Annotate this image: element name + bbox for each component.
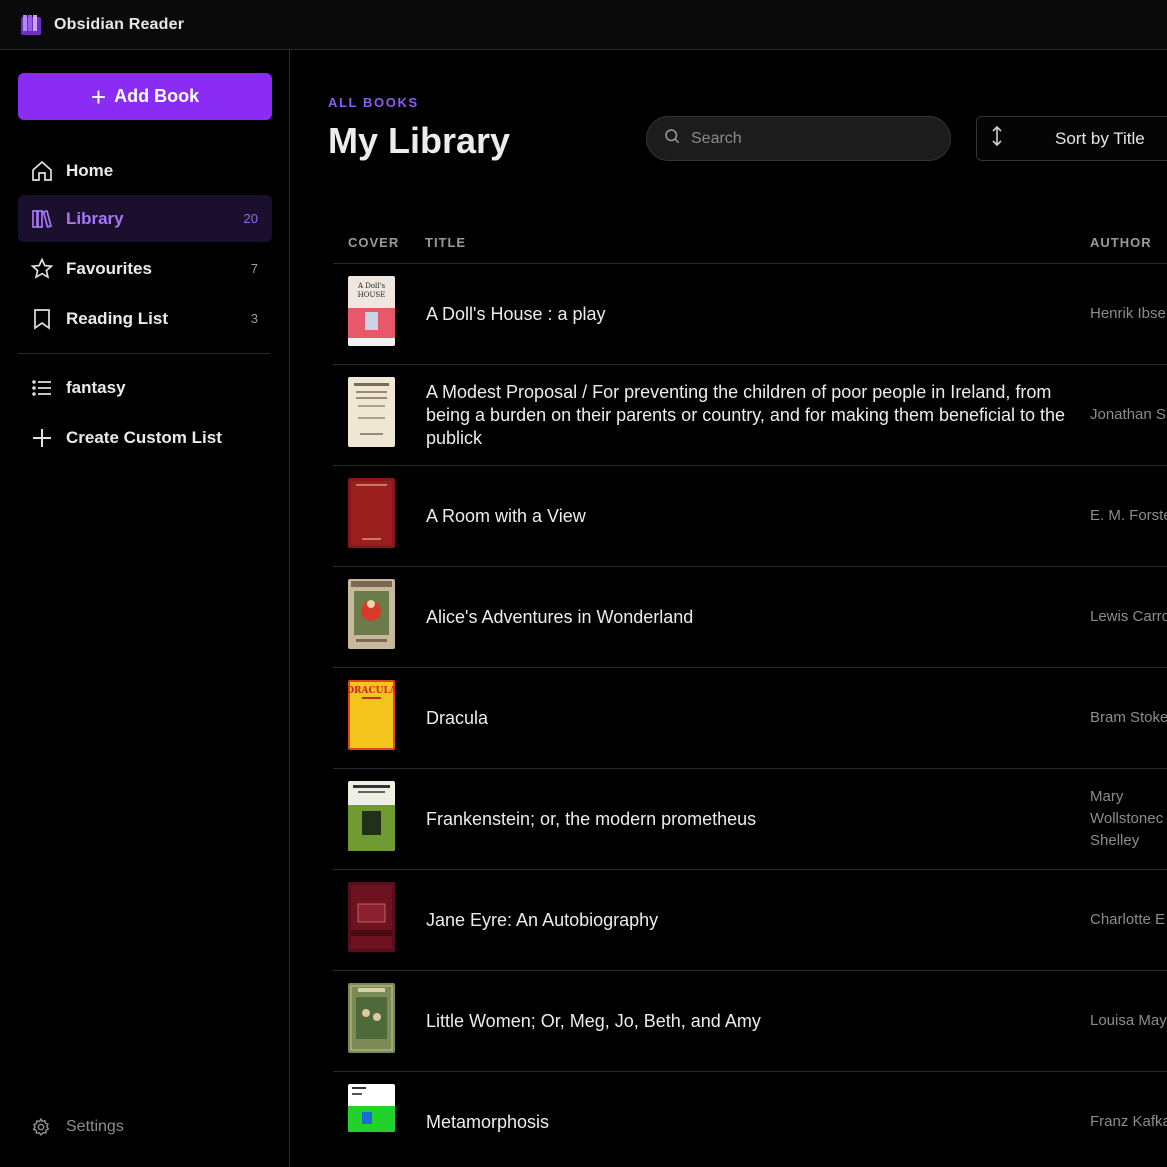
- title-bar: Obsidian Reader: [0, 0, 1167, 50]
- book-cover: [348, 377, 395, 447]
- plus-icon: +: [90, 81, 107, 112]
- table-row[interactable]: Little Women; Or, Meg, Jo, Beth, and Amy…: [333, 971, 1167, 1072]
- search-input[interactable]: [691, 129, 931, 148]
- book-author: Mary Wollstonec Shelley: [1090, 788, 1164, 849]
- book-cover: [348, 983, 395, 1053]
- column-header-author[interactable]: AUTHOR: [1090, 235, 1152, 250]
- reading-list-count-badge: 3: [250, 311, 258, 326]
- book-cover: [348, 781, 395, 851]
- app-title: Obsidian Reader: [54, 15, 185, 33]
- svg-text:DRACULA: DRACULA: [348, 686, 395, 696]
- gear-icon: [30, 1116, 52, 1138]
- book-title: A Modest Proposal / For preventing the c…: [426, 381, 1066, 448]
- list-icon: [30, 376, 54, 400]
- sidebar-item-reading-list[interactable]: Reading List 3: [18, 295, 272, 342]
- column-header-title[interactable]: TITLE: [425, 235, 466, 250]
- sidebar-item-label: Home: [66, 160, 114, 180]
- table-row[interactable]: Frankenstein; or, the modern prometheus …: [333, 769, 1167, 870]
- sidebar-item-home[interactable]: Home: [18, 147, 272, 194]
- sidebar-item-label: Reading List: [66, 308, 169, 328]
- library-icon: [30, 207, 54, 231]
- library-count-badge: 20: [243, 211, 258, 226]
- sort-arrows-icon: [989, 125, 1005, 152]
- section-eyebrow: ALL BOOKS: [328, 95, 419, 110]
- book-title: A Room with a View: [426, 505, 586, 526]
- sidebar-item-label: Create Custom List: [66, 427, 222, 447]
- book-author: Bram Stoke: [1090, 709, 1167, 726]
- book-author: Charlotte E: [1090, 911, 1166, 928]
- sidebar-divider: [18, 353, 270, 354]
- sidebar-item-fantasy[interactable]: fantasy: [18, 364, 272, 411]
- book-author: Franz Kafka: [1090, 1113, 1167, 1130]
- sidebar-item-favourites[interactable]: Favourites 7: [18, 245, 272, 292]
- table-row[interactable]: A Room with a View E. M. Forste: [333, 466, 1167, 567]
- book-cover: DRACULA: [348, 680, 395, 750]
- sidebar-item-label: Favourites: [66, 258, 152, 278]
- book-cover: A Doll's HOUSE: [348, 276, 395, 346]
- table-row[interactable]: A Doll's HOUSE A Doll's House : a play He…: [333, 264, 1167, 365]
- book-cover: [348, 1084, 395, 1132]
- book-title: A Doll's House : a play: [426, 303, 606, 324]
- book-cover: [348, 478, 395, 548]
- table-row[interactable]: DRACULA Dracula Bram Stoke: [333, 668, 1167, 769]
- table-row[interactable]: A Modest Proposal / For preventing the c…: [333, 365, 1167, 466]
- sidebar-item-label: Library: [66, 208, 124, 228]
- book-title: Metamorphosis: [426, 1111, 550, 1132]
- create-custom-list-button[interactable]: Create Custom List: [18, 414, 272, 461]
- svg-text:A Doll's: A Doll's: [357, 282, 386, 290]
- sort-label: Sort by Title: [1055, 128, 1145, 148]
- add-book-label: Add Book: [114, 86, 200, 106]
- sidebar: + Add Book Home Library 20 Favourites 7 …: [0, 50, 290, 1167]
- settings-label: Settings: [66, 1118, 124, 1135]
- table-row[interactable]: Alice's Adventures in Wonderland Lewis C…: [333, 567, 1167, 668]
- book-cover: [348, 882, 395, 952]
- settings-button[interactable]: Settings: [30, 1116, 124, 1138]
- favourites-count-badge: 7: [250, 261, 258, 276]
- sort-dropdown[interactable]: Sort by Title: [976, 116, 1167, 161]
- svg-text:HOUSE: HOUSE: [358, 291, 386, 299]
- book-title: Frankenstein; or, the modern prometheus: [426, 808, 757, 829]
- sidebar-item-library[interactable]: Library 20: [18, 195, 272, 242]
- search-icon: [663, 127, 681, 150]
- book-author: Lewis Carro: [1090, 608, 1167, 625]
- book-author: Jonathan S: [1090, 406, 1166, 423]
- book-author: Louisa May: [1090, 1012, 1167, 1029]
- page-title: My Library: [328, 120, 511, 161]
- table-row[interactable]: Jane Eyre: An Autobiography Charlotte E: [333, 870, 1167, 971]
- plus-icon: [30, 426, 54, 450]
- add-book-button[interactable]: + Add Book: [18, 73, 272, 120]
- book-title: Alice's Adventures in Wonderland: [426, 606, 694, 627]
- book-cover: [348, 579, 395, 649]
- book-author: Henrik Ibse: [1090, 305, 1166, 322]
- book-title: Little Women; Or, Meg, Jo, Beth, and Amy: [426, 1010, 761, 1031]
- book-author: E. M. Forste: [1090, 507, 1167, 524]
- search-box[interactable]: [646, 116, 951, 161]
- column-header-cover: COVER: [348, 235, 400, 250]
- star-icon: [30, 256, 54, 281]
- book-title: Jane Eyre: An Autobiography: [426, 909, 659, 930]
- app-logo-icon: [21, 14, 41, 35]
- home-icon: [30, 159, 54, 183]
- sidebar-item-label: fantasy: [66, 377, 126, 397]
- bookmark-icon: [30, 307, 54, 331]
- book-title: Dracula: [426, 707, 489, 728]
- table-row[interactable]: Metamorphosis Franz Kafka: [333, 1072, 1167, 1167]
